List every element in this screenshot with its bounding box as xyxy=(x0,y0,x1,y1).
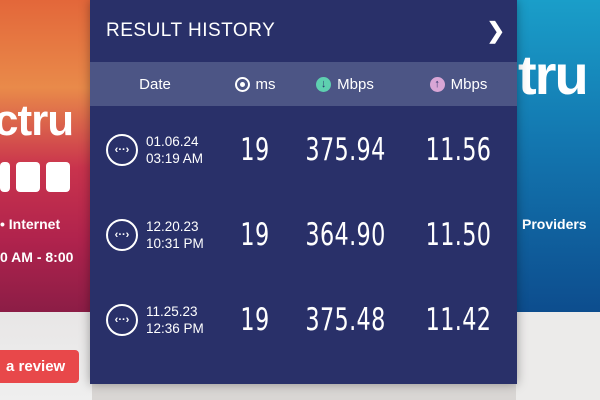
background-providers-link[interactable]: Providers xyxy=(522,216,587,232)
result-list: ‹··› 01.06.24 03:19 AM 19 375.94 11.56 ‹… xyxy=(90,107,517,362)
connection-icon: ‹··› xyxy=(106,303,138,336)
result-row[interactable]: ‹··› 12.20.23 10:31 PM 19 364.90 11.50 xyxy=(90,192,517,277)
result-ping-value: 19 xyxy=(240,216,270,253)
background-brand-logo: ctru xyxy=(0,96,74,145)
column-header-ping[interactable]: ms xyxy=(220,76,290,93)
background-brand-logo-right: tru xyxy=(518,43,589,106)
result-upload-value: 11.50 xyxy=(425,216,492,253)
result-datetime: 01.06.24 03:19 AM xyxy=(146,133,203,167)
panel-header: RESULT HISTORY ❯ xyxy=(90,0,517,62)
result-download-value: 364.90 xyxy=(305,216,386,253)
background-nav-link[interactable]: • Internet xyxy=(0,216,60,232)
result-date-cell: ‹··› 11.25.23 12:36 PM xyxy=(90,303,220,337)
chevron-right-icon[interactable]: ❯ xyxy=(487,18,505,44)
result-upload-value: 11.42 xyxy=(425,301,492,338)
result-download-value: 375.48 xyxy=(305,301,386,338)
result-datetime: 11.25.23 12:36 PM xyxy=(146,303,204,337)
result-date: 11.25.23 xyxy=(146,303,198,319)
column-header-download[interactable]: ↓ Mbps xyxy=(290,76,400,93)
column-header-download-label: Mbps xyxy=(337,75,374,93)
column-header-ping-label: ms xyxy=(255,75,276,93)
result-datetime: 12.20.23 10:31 PM xyxy=(146,218,204,252)
result-row[interactable]: ‹··› 11.25.23 12:36 PM 19 375.48 11.42 xyxy=(90,277,517,362)
result-row[interactable]: ‹··› 01.06.24 03:19 AM 19 375.94 11.56 xyxy=(90,107,517,192)
download-arrow-icon: ↓ xyxy=(316,76,332,92)
connection-icon: ‹··› xyxy=(106,133,138,166)
column-header-upload[interactable]: ↑ Mbps xyxy=(400,76,517,93)
background-left-page: ctru • Internet 0 AM - 8:00 a review xyxy=(0,0,92,400)
result-time: 10:31 PM xyxy=(146,235,204,251)
result-download-value: 375.94 xyxy=(305,131,386,168)
result-ping-value: 19 xyxy=(240,131,270,168)
background-right-page: tru Providers xyxy=(516,0,600,312)
result-time: 03:19 AM xyxy=(146,150,204,166)
background-tiles xyxy=(0,162,70,192)
background-footer-area xyxy=(516,312,600,400)
result-time: 12:36 PM xyxy=(146,320,204,336)
panel-title: RESULT HISTORY xyxy=(106,20,276,41)
background-hours-text: 0 AM - 8:00 xyxy=(0,249,74,265)
result-date: 01.06.24 xyxy=(146,133,199,149)
column-header-upload-label: Mbps xyxy=(450,75,488,93)
column-header-bar: Date ms ↓ Mbps ↑ Mbps xyxy=(90,62,517,106)
result-date-cell: ‹··› 01.06.24 03:19 AM xyxy=(90,133,220,167)
column-header-date[interactable]: Date xyxy=(90,76,220,93)
result-date-cell: ‹··› 12.20.23 10:31 PM xyxy=(90,218,220,252)
result-history-panel: RESULT HISTORY ❯ Date ms ↓ Mbps ↑ Mbps ‹… xyxy=(90,0,517,384)
result-date: 12.20.23 xyxy=(146,218,199,234)
upload-arrow-icon: ↑ xyxy=(429,76,445,92)
result-ping-value: 19 xyxy=(240,301,270,338)
column-header-date-label: Date xyxy=(139,75,171,93)
connection-icon: ‹··› xyxy=(106,218,138,251)
write-review-button[interactable]: a review xyxy=(0,350,80,383)
ping-icon xyxy=(234,76,250,92)
result-upload-value: 11.56 xyxy=(425,131,492,168)
